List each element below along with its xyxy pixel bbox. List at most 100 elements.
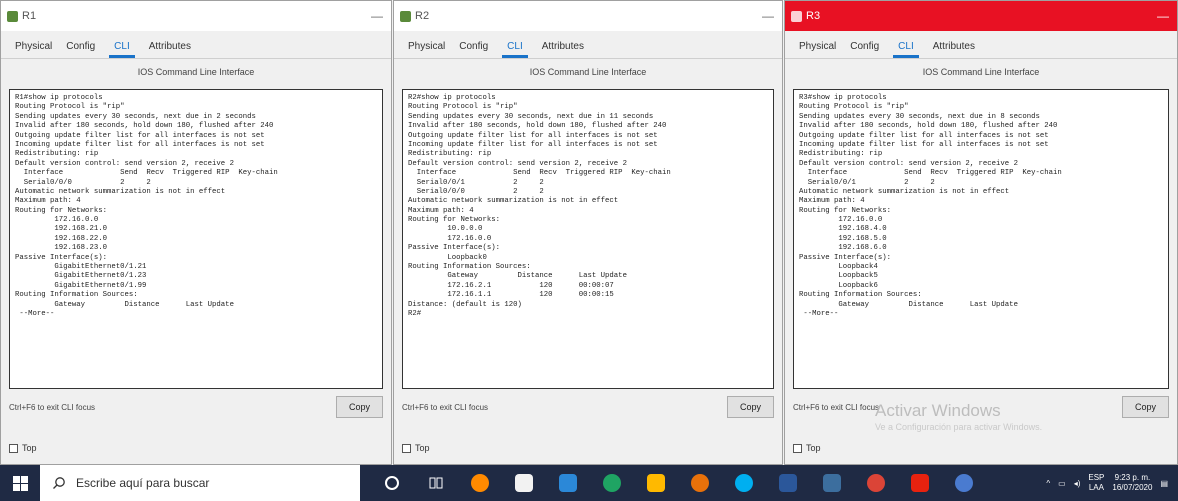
top-option[interactable]: Top <box>793 443 821 453</box>
terminal-line: 192.168.4.0 <box>799 225 887 234</box>
taskbar-search[interactable]: Escribe aquí para buscar <box>40 465 360 501</box>
router-window-r3[interactable]: R3 — Physical Config CLI Attributes IOS … <box>784 0 1178 465</box>
tab-physical[interactable]: Physical <box>15 41 52 58</box>
pdf-icon[interactable] <box>898 465 942 501</box>
minimize-icon[interactable]: — <box>1157 9 1169 23</box>
skype-icon[interactable] <box>722 465 766 501</box>
language-indicator[interactable]: ESP LAA <box>1088 473 1104 493</box>
mail-icon[interactable] <box>546 465 590 501</box>
terminal-line: 172.16.1.1 120 00:00:15 <box>408 291 614 300</box>
terminal-line: --More-- <box>799 309 839 318</box>
router-window-r1[interactable]: R1 — Physical Config CLI Attributes IOS … <box>0 0 392 465</box>
cli-terminal[interactable]: R3#show ip protocols Routing Protocol is … <box>793 89 1169 389</box>
terminal-line: Incoming update filter list for all inte… <box>799 140 1049 149</box>
terminal-line: Automatic network summarization is not i… <box>15 187 226 196</box>
terminal-line: 172.16.0.0 <box>408 234 492 243</box>
terminal-line: GigabitEthernet0/1.99 <box>15 281 147 290</box>
cortana-icon[interactable] <box>370 465 414 501</box>
tab-config[interactable]: Config <box>66 41 95 58</box>
network-icon[interactable]: ▭ <box>1058 479 1066 488</box>
copy-button[interactable]: Copy <box>726 396 774 418</box>
tab-physical[interactable]: Physical <box>799 41 836 58</box>
router-app-icon <box>791 10 802 22</box>
chevron-up-icon[interactable]: ^ <box>1046 479 1050 488</box>
terminal-line: Passive Interface(s): <box>408 244 500 253</box>
top-option[interactable]: Top <box>9 443 37 453</box>
terminal-line: Sending updates every 30 seconds, next d… <box>408 112 654 121</box>
chrome-alt-icon[interactable] <box>854 465 898 501</box>
terminal-line: Automatic network summarization is not i… <box>408 197 619 206</box>
terminal-line: Maximum path: 4 <box>15 197 81 206</box>
terminal-line: Automatic network summarization is not i… <box>799 187 1010 196</box>
media-icon[interactable] <box>678 465 722 501</box>
router-app-icon <box>7 10 18 22</box>
terminal-line: R2#show ip protocols <box>408 94 496 102</box>
top-checkbox[interactable] <box>9 443 18 453</box>
firefox-icon[interactable] <box>458 465 502 501</box>
terminal-line: Redistributing: rip <box>15 150 99 159</box>
packet-tracer-icon[interactable] <box>810 465 854 501</box>
title-bar[interactable]: R2 — <box>394 1 782 31</box>
router-window-r2[interactable]: R2 — Physical Config CLI Attributes IOS … <box>393 0 783 465</box>
chrome-icon[interactable] <box>590 465 634 501</box>
terminal-line: Loopback6 <box>799 281 878 290</box>
terminal-line: 192.168.22.0 <box>15 234 107 243</box>
tab-cli[interactable]: CLI <box>502 41 528 58</box>
word-icon[interactable] <box>766 465 810 501</box>
search-placeholder: Escribe aquí para buscar <box>76 476 210 490</box>
tab-physical[interactable]: Physical <box>408 41 445 58</box>
terminal-line: Loopback5 <box>799 272 878 281</box>
cli-terminal[interactable]: R2#show ip protocols Routing Protocol is … <box>402 89 774 389</box>
store-icon[interactable] <box>502 465 546 501</box>
cli-terminal[interactable]: R1#show ip protocols Routing Protocol is … <box>9 89 383 389</box>
terminal-line: Gateway Distance Last Update <box>408 272 627 281</box>
minimize-icon[interactable]: — <box>762 9 774 23</box>
top-checkbox[interactable] <box>793 443 802 453</box>
terminal-line: R1#show ip protocols <box>15 94 103 102</box>
copy-button[interactable]: Copy <box>1121 396 1169 418</box>
tab-cli[interactable]: CLI <box>109 41 135 58</box>
terminal-line: Outgoing update filter list for all inte… <box>15 131 265 140</box>
terminal-line: --More-- <box>15 309 55 318</box>
terminal-line: 10.0.0.0 <box>408 225 483 234</box>
tab-attributes[interactable]: Attributes <box>542 41 584 58</box>
top-label: Top <box>806 443 821 453</box>
terminal-line: Maximum path: 4 <box>408 206 474 215</box>
tab-strip: Physical Config CLI Attributes <box>1 31 391 59</box>
tab-cli[interactable]: CLI <box>893 41 919 58</box>
tab-strip: Physical Config CLI Attributes <box>394 31 782 59</box>
tab-attributes[interactable]: Attributes <box>933 41 975 58</box>
terminal-line: Routing Protocol is "rip" <box>799 103 909 112</box>
terminal-line: Routing Information Sources: <box>15 291 138 300</box>
minimize-icon[interactable]: — <box>371 9 383 23</box>
copy-button[interactable]: Copy <box>335 396 383 418</box>
terminal-line: R2# <box>408 309 422 318</box>
tab-config[interactable]: Config <box>459 41 488 58</box>
terminal-line: Default version control: send version 2,… <box>15 159 234 168</box>
clock-date: 16/07/2020 <box>1112 483 1153 492</box>
window-title: R3 <box>806 10 821 22</box>
volume-icon[interactable]: ◂) <box>1074 479 1081 488</box>
terminal-line: Sending updates every 30 seconds, next d… <box>799 112 1040 121</box>
vlc-icon[interactable] <box>942 465 986 501</box>
files-icon[interactable] <box>634 465 678 501</box>
tab-config[interactable]: Config <box>850 41 879 58</box>
top-option[interactable]: Top <box>402 443 430 453</box>
start-button[interactable] <box>0 465 40 501</box>
terminal-line: Redistributing: rip <box>408 150 492 159</box>
title-bar[interactable]: R1 — <box>1 1 391 31</box>
terminal-line: 192.168.6.0 <box>799 244 887 253</box>
ios-title: IOS Command Line Interface <box>922 67 1040 77</box>
title-bar[interactable]: R3 — <box>785 1 1177 31</box>
clock[interactable]: 9:23 p. m. 16/07/2020 <box>1112 473 1152 493</box>
tab-attributes[interactable]: Attributes <box>149 41 191 58</box>
notifications-icon[interactable]: ▤ <box>1160 479 1168 488</box>
terminal-line: 192.168.23.0 <box>15 244 107 253</box>
terminal-line: Incoming update filter list for all inte… <box>408 140 658 149</box>
top-checkbox[interactable] <box>402 443 411 453</box>
terminal-line: GigabitEthernet0/1.21 <box>15 263 147 272</box>
window-title: R1 <box>22 10 37 22</box>
task-view-icon[interactable] <box>414 465 458 501</box>
tab-strip: Physical Config CLI Attributes <box>785 31 1177 59</box>
terminal-line: 192.168.21.0 <box>15 225 107 234</box>
